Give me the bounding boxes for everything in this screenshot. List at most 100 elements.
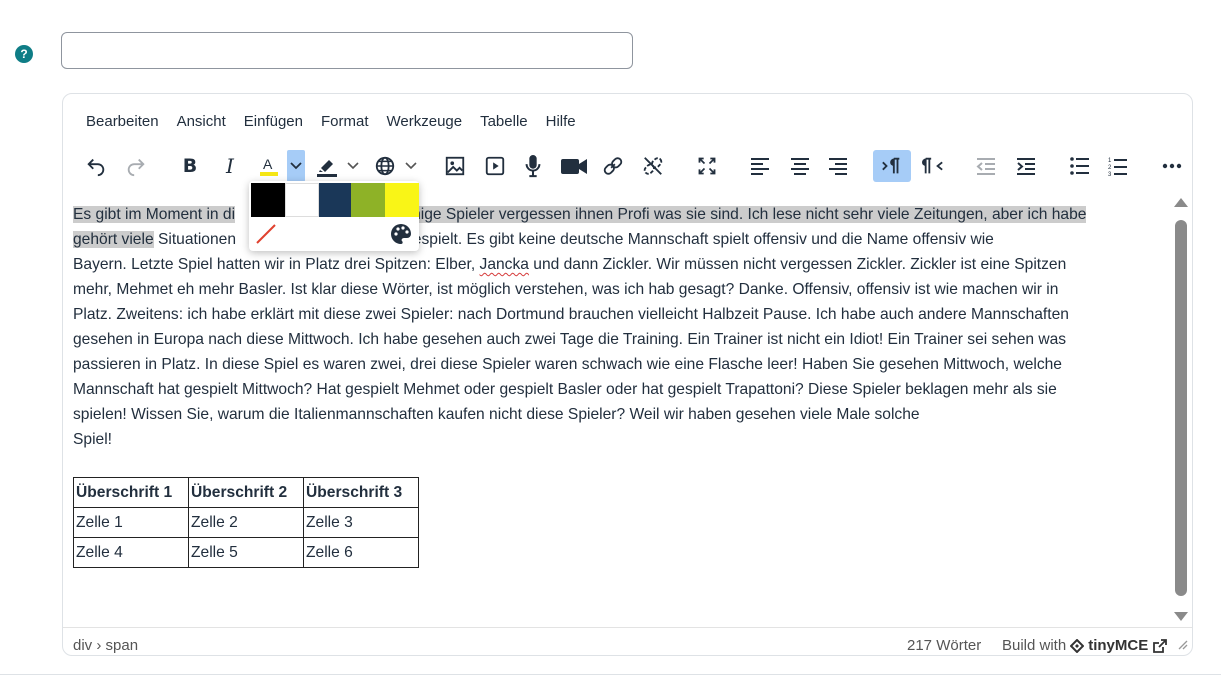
table-header-cell[interactable]: Überschrift 3 — [303, 477, 419, 508]
remove-color-icon[interactable] — [254, 222, 278, 246]
table-cell[interactable]: Zelle 2 — [188, 507, 304, 538]
scroll-thumb[interactable] — [1175, 220, 1187, 596]
table-row: Zelle 4 Zelle 5 Zelle 6 — [73, 537, 419, 568]
selected-text: nige Spieler vergessen ihnen Profi was s… — [412, 206, 1087, 223]
content-scrollbar[interactable] — [1171, 198, 1191, 628]
branding[interactable]: Build with tinyMCE — [1002, 637, 1168, 654]
color-swatch[interactable] — [285, 183, 319, 217]
text-color-icon: A — [260, 156, 278, 176]
italic-icon: I — [226, 154, 234, 178]
menu-werkzeuge[interactable]: Werkzeuge — [378, 112, 472, 136]
content-table[interactable]: Überschrift 1 Überschrift 2 Überschrift … — [73, 477, 419, 568]
align-right-icon — [829, 158, 847, 175]
chevron-down-icon — [290, 162, 302, 170]
rtl-icon — [922, 157, 943, 174]
table-cell[interactable]: Zelle 6 — [303, 537, 419, 568]
language-dropdown[interactable] — [403, 150, 419, 182]
undo-button[interactable] — [81, 150, 111, 182]
text-color-dropdown[interactable] — [287, 150, 305, 182]
color-swatch[interactable] — [251, 183, 285, 217]
selected-text: Es gibt im Moment in di — [73, 206, 236, 223]
outdent-icon — [976, 158, 995, 175]
align-left-icon — [751, 158, 769, 175]
build-with-label: Build with — [1002, 637, 1067, 654]
left-to-right-button[interactable] — [873, 150, 911, 182]
bullet-list-icon — [1070, 157, 1089, 175]
bold-button[interactable]: B — [175, 150, 205, 182]
more-icon — [1162, 163, 1182, 169]
media-icon — [485, 156, 505, 176]
external-link-icon — [1153, 638, 1168, 653]
undo-icon — [87, 158, 105, 177]
scroll-down-arrow-icon[interactable] — [1174, 612, 1188, 621]
text-color-button[interactable]: A — [253, 150, 285, 182]
tinymce-logo-icon — [1070, 638, 1085, 653]
text-color-palette — [249, 181, 419, 251]
paragraph-line: mehr, Mehmet eh mehr Basler. Ist klar di… — [73, 281, 1059, 298]
menu-bearbeiten[interactable]: Bearbeiten — [77, 112, 168, 136]
insert-media-button[interactable] — [479, 150, 511, 182]
indent-button[interactable] — [1011, 150, 1041, 182]
resize-handle-icon[interactable] — [1178, 640, 1188, 650]
table-cell[interactable]: Zelle 4 — [73, 537, 189, 568]
video-icon — [561, 159, 587, 174]
svg-text:1: 1 — [1108, 158, 1112, 164]
remove-link-button[interactable] — [637, 150, 669, 182]
help-icon[interactable]: ? — [15, 45, 33, 63]
menu-tabelle[interactable]: Tabelle — [471, 112, 537, 136]
word-count[interactable]: 217 Wörter — [907, 637, 981, 654]
paragraph-line: spielen! Wissen Sie, warum die Italienma… — [73, 406, 920, 423]
menu-ansicht[interactable]: Ansicht — [168, 112, 235, 136]
bullet-list-button[interactable] — [1065, 150, 1095, 182]
highlight-icon — [317, 160, 337, 177]
insert-image-button[interactable] — [439, 150, 471, 182]
ltr-icon — [882, 157, 900, 174]
fullscreen-icon — [698, 157, 716, 175]
bold-icon: B — [182, 155, 198, 177]
scroll-up-arrow-icon[interactable] — [1174, 198, 1188, 207]
fullscreen-button[interactable] — [691, 150, 723, 182]
right-to-left-button[interactable] — [917, 150, 949, 182]
text-span: Bayern. Letzte Spiel hatten wir in Platz… — [73, 256, 480, 273]
element-path[interactable]: div › span — [73, 637, 138, 654]
align-left-button[interactable] — [745, 150, 775, 182]
numbered-list-button[interactable]: 123 — [1103, 150, 1133, 182]
unlink-icon — [643, 157, 663, 175]
title-input[interactable] — [61, 32, 633, 69]
menu-hilfe[interactable]: Hilfe — [537, 112, 585, 136]
align-right-button[interactable] — [823, 150, 853, 182]
tinymce-brand: tinyMCE — [1088, 637, 1149, 654]
color-swatch[interactable] — [319, 183, 353, 217]
table-header-cell[interactable]: Überschrift 2 — [188, 477, 304, 508]
highlight-dropdown[interactable] — [345, 150, 361, 182]
align-center-button[interactable] — [785, 150, 815, 182]
redo-button[interactable] — [121, 150, 151, 182]
menu-format[interactable]: Format — [312, 112, 378, 136]
menu-einfuegen[interactable]: Einfügen — [235, 112, 312, 136]
text-span: Situationen — [153, 231, 236, 248]
italic-button[interactable]: I — [215, 150, 245, 182]
paragraph-line: Spiel! — [73, 431, 113, 448]
color-swatch[interactable] — [351, 183, 385, 217]
record-audio-button[interactable] — [517, 150, 549, 182]
outdent-button[interactable] — [971, 150, 1001, 182]
table-header-cell[interactable]: Überschrift 1 — [73, 477, 189, 508]
misspelled-word[interactable]: Jancka — [480, 256, 529, 273]
link-icon — [603, 157, 623, 175]
more-button[interactable] — [1157, 150, 1187, 182]
record-video-button[interactable] — [557, 150, 591, 182]
color-picker-palette-icon[interactable] — [389, 222, 413, 246]
rich-text-editor: Bearbeiten Ansicht Einfügen Format Werkz… — [62, 93, 1193, 656]
table-row: Zelle 1 Zelle 2 Zelle 3 — [73, 507, 419, 538]
table-header-row: Überschrift 1 Überschrift 2 Überschrift … — [73, 477, 419, 508]
divider — [0, 674, 1221, 675]
language-button[interactable] — [369, 150, 401, 182]
table-cell[interactable]: Zelle 1 — [73, 507, 189, 538]
table-cell[interactable]: Zelle 3 — [303, 507, 419, 538]
highlight-button[interactable] — [311, 150, 343, 182]
insert-link-button[interactable] — [597, 150, 629, 182]
editor-content[interactable]: Es gibt im Moment in di nige Spieler verg… — [73, 202, 1133, 568]
svg-text:A: A — [263, 156, 273, 172]
table-cell[interactable]: Zelle 5 — [188, 537, 304, 568]
color-swatch[interactable] — [385, 183, 419, 217]
